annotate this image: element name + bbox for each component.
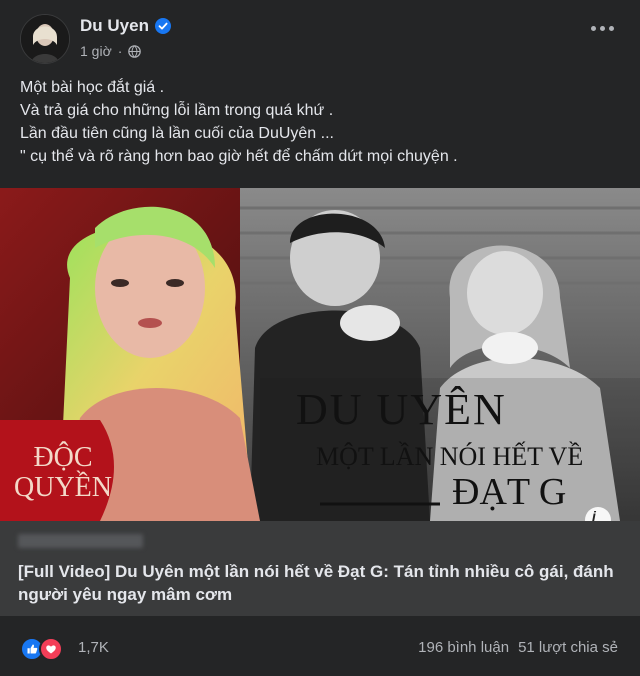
- author-name[interactable]: Du Uyen: [80, 16, 149, 36]
- verified-badge-icon: [154, 18, 171, 34]
- post-caption: Một bài học đắt giá . Và trả giá cho nhữ…: [20, 76, 620, 168]
- exclusive-badge-text: ĐỘC QUYỀN: [14, 442, 112, 503]
- reactions-count[interactable]: 1,7K: [78, 639, 109, 656]
- post-header: Du Uyen 1 giờ ·: [0, 0, 640, 70]
- separator-dot: ·: [117, 43, 123, 59]
- caption-line: Lần đầu tiên cũng là lần cuối của DuUyên…: [20, 125, 334, 142]
- exclusive-badge: ĐỘC QUYỀN: [8, 443, 118, 503]
- comments-count[interactable]: 196 bình luận: [418, 639, 509, 656]
- post-time[interactable]: 1 giờ: [80, 43, 112, 59]
- link-title[interactable]: [Full Video] Du Uyên một lần nói hết về …: [18, 560, 618, 606]
- more-options-icon[interactable]: [591, 26, 614, 31]
- headline-dat-g: ĐẠT G: [452, 471, 567, 513]
- link-preview[interactable]: [Full Video] Du Uyên một lần nói hết về …: [0, 521, 640, 616]
- globe-icon: [128, 44, 142, 58]
- caption-line: Một bài học đắt giá .: [20, 79, 165, 96]
- caption-line: Và trả giá cho những lỗi lầm trong quá k…: [20, 102, 334, 119]
- reactions[interactable]: [20, 637, 63, 661]
- shares-count[interactable]: 51 lượt chia sẻ: [518, 639, 618, 656]
- info-icon[interactable]: i: [592, 508, 596, 521]
- post-stats: 1,7K 196 bình luận 51 lượt chia sẻ: [0, 616, 640, 676]
- post-image[interactable]: ĐỘC QUYỀN DU UYÊN MỘT LẦN NÓI HẾT VỀ ĐẠT…: [0, 188, 640, 521]
- blurred-domain: [18, 534, 143, 548]
- avatar[interactable]: [20, 14, 70, 64]
- love-reaction-icon: [39, 637, 63, 661]
- headline-subtitle: MỘT LẦN NÓI HẾT VỀ: [316, 442, 584, 471]
- caption-line: " cụ thể và rõ ràng hơn bao giờ hết để c…: [20, 148, 458, 165]
- headline-du-uyen: DU UYÊN: [296, 385, 507, 434]
